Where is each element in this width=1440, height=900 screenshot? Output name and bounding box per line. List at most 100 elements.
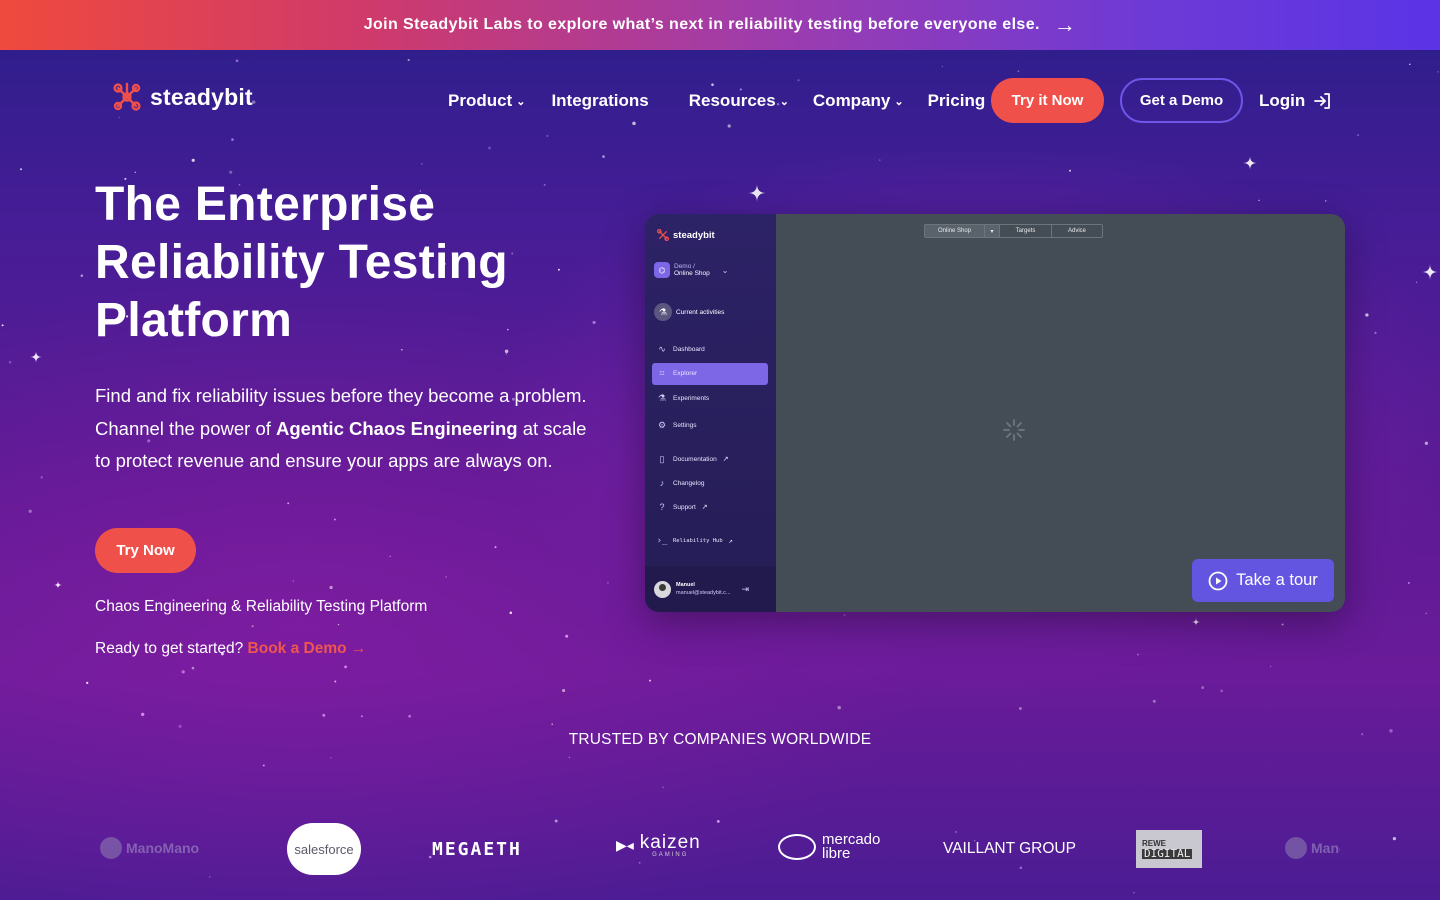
sparkle-star: [1243, 156, 1257, 170]
terminal-icon: ›_: [656, 536, 668, 546]
star: [504, 349, 509, 354]
login-label: Login: [1259, 90, 1306, 110]
star: [1152, 699, 1156, 703]
customer-logos: ManoMano salesforce MEGAETH ▶◂ kaizen GA…: [0, 815, 1440, 885]
tab-dropdown-toggle[interactable]: ▾: [985, 225, 1000, 237]
nav-resources[interactable]: Resources ⌄: [689, 91, 789, 111]
mercadolibre-logo: mercado libre: [778, 832, 880, 862]
product-preview[interactable]: steadybit ⌬ Demo / Online Shop ⌄ ⚗ Curre…: [645, 214, 1345, 612]
mercadolibre-logo-subtext: libre: [822, 845, 851, 862]
star: [445, 576, 447, 578]
star: [1, 324, 4, 327]
kaizen-mark-icon: ▶◂: [616, 837, 634, 853]
main-nav: steadybit Product ⌄ Integrations Resourc…: [0, 50, 1440, 150]
tab-advice[interactable]: Advice: [1052, 225, 1102, 237]
bell-icon: ♪: [659, 478, 665, 488]
hero-tagline: Chaos Engineering & Reliability Testing …: [95, 598, 428, 615]
star: [1408, 582, 1410, 584]
user-profile[interactable]: Manuel manuel@steadybit.c... ⇥: [645, 566, 776, 612]
explorer-icon: ⌗: [659, 367, 665, 378]
login-link[interactable]: Login: [1259, 78, 1333, 123]
try-it-now-button[interactable]: Try it Now: [991, 78, 1104, 123]
book-a-demo-link[interactable]: Book a Demo →: [248, 640, 367, 657]
star: [329, 585, 333, 590]
sidebar-item-label: Explorer: [673, 369, 698, 377]
trusted-heading: TRUSTED BY COMPANIES WORLDWIDE: [568, 731, 872, 748]
manomano-logo: ManoMano: [1285, 837, 1340, 859]
star: [562, 688, 566, 693]
chevron-down-icon: ⌄: [516, 96, 526, 108]
preview-sidebar: steadybit ⌬ Demo / Online Shop ⌄ ⚗ Curre…: [645, 214, 776, 612]
hero-title: The Enterprise Reliability Testing Platf…: [95, 176, 615, 350]
announcement-banner[interactable]: Join Steadybit Labs to explore what’s ne…: [0, 0, 1440, 50]
sidebar-item-settings[interactable]: ⚙ Settings: [645, 420, 776, 430]
star: [1365, 313, 1369, 317]
preview-tabs: Online Shop ▾ Targets Advice: [924, 224, 1103, 238]
tab-targets[interactable]: Targets: [1000, 225, 1052, 237]
sidebar-item-dashboard[interactable]: ∿ Dashboard: [645, 344, 776, 354]
sidebar-item-documentation[interactable]: ▯ Documentation ↗: [645, 454, 776, 464]
star: [878, 159, 881, 162]
star: [28, 509, 32, 513]
star: [568, 756, 571, 759]
environment-icon: ⌬: [654, 262, 670, 278]
logout-icon[interactable]: ⇥: [742, 584, 750, 595]
external-link-icon: ↗: [728, 537, 733, 545]
sidebar-item-label: Documentation: [673, 455, 717, 463]
star: [1133, 891, 1135, 894]
star: [20, 168, 22, 171]
star: [1281, 623, 1284, 626]
environment-selector[interactable]: ⌬ Demo / Online Shop ⌄: [654, 262, 728, 278]
current-activities-label: Current activities: [676, 308, 725, 316]
steadybit-logo[interactable]: steadybit: [110, 80, 253, 114]
hero-subtitle-bold: Agentic Chaos Engineering: [276, 417, 518, 439]
nav-product[interactable]: Product ⌄: [448, 91, 525, 111]
star: [1201, 686, 1205, 690]
star: [494, 546, 497, 549]
star: [86, 681, 89, 685]
sidebar-item-label: Support: [673, 503, 696, 511]
ready-line: Ready to get started? Book a Demo →: [95, 640, 366, 658]
sidebar-item-experiments[interactable]: ⚗ Experiments: [645, 393, 776, 403]
star: [344, 665, 347, 669]
sparkle-star: [1192, 618, 1200, 626]
chevron-down-icon: ⌄: [779, 96, 789, 108]
book-icon: ▯: [659, 453, 665, 464]
chevron-down-icon: ⌄: [894, 96, 904, 108]
take-a-tour-button[interactable]: Take a tour: [1192, 559, 1334, 602]
logo-wordmark: steadybit: [150, 83, 253, 110]
handshake-icon: [778, 834, 816, 860]
star: [322, 713, 326, 717]
star: [287, 502, 290, 505]
megaeth-logo-text: MEGAETH: [432, 839, 522, 860]
star: [251, 625, 254, 628]
tab-online-shop[interactable]: Online Shop: [925, 225, 985, 237]
try-now-button[interactable]: Try Now: [95, 528, 196, 573]
flask-icon: ⚗: [654, 303, 672, 321]
environment-top-label: Demo /: [674, 263, 695, 270]
sidebar-item-reliability-hub[interactable]: ›_ Reliability Hub ↗: [645, 536, 776, 546]
salesforce-logo-text: salesforce: [294, 841, 354, 857]
star: [360, 715, 363, 718]
star: [334, 680, 337, 683]
ready-text: Ready to get started?: [95, 640, 244, 657]
sidebar-item-support[interactable]: ? Support ↗: [645, 502, 776, 512]
nav-resources-label: Resources: [688, 90, 776, 110]
star: [648, 679, 652, 682]
star: [1258, 199, 1260, 201]
sparkle-star: [54, 581, 62, 589]
external-link-icon: ↗: [701, 504, 708, 511]
nav-pricing[interactable]: Pricing: [928, 91, 986, 111]
nav-integrations[interactable]: Integrations: [551, 91, 648, 111]
sidebar-item-changelog[interactable]: ♪ Changelog: [645, 478, 776, 488]
get-a-demo-button[interactable]: Get a Demo: [1120, 78, 1243, 123]
star: [1069, 169, 1071, 172]
current-activities[interactable]: ⚗ Current activities: [654, 303, 724, 321]
sidebar-item-explorer[interactable]: ⌗ Explorer: [645, 368, 776, 378]
star: [262, 764, 265, 767]
hero-title-line: The Enterprise: [95, 178, 436, 231]
kaizen-logo-text: kaizen: [639, 832, 701, 853]
external-link-icon: ↗: [722, 456, 729, 463]
nav-company[interactable]: Company ⌄: [813, 91, 904, 111]
take-a-tour-label: Take a tour: [1236, 571, 1318, 589]
